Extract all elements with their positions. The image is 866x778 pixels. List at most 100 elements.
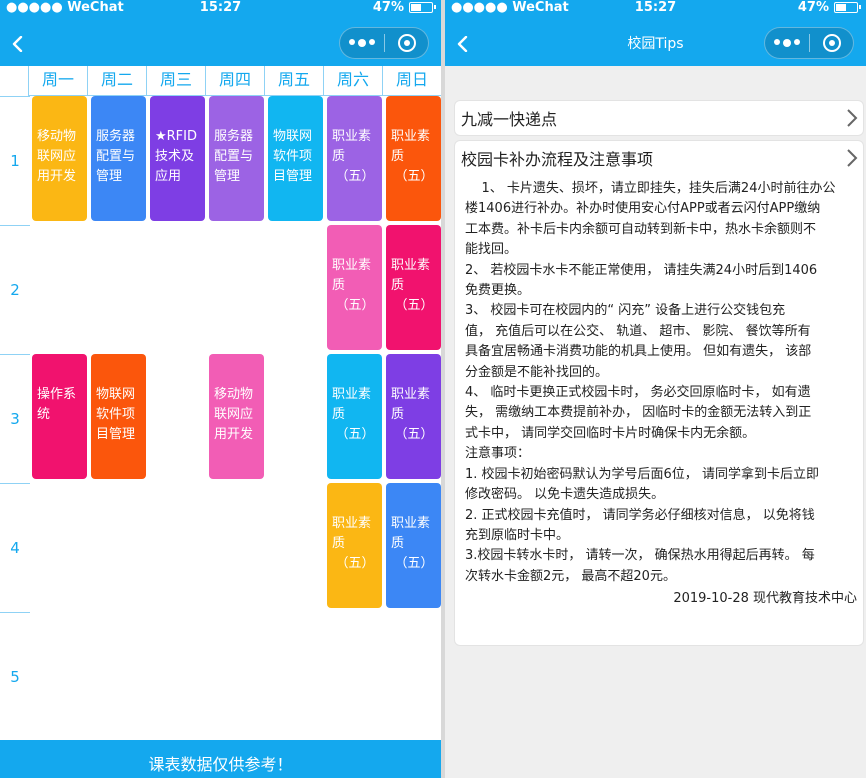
course-name-line: 目管理 <box>273 169 313 184</box>
tip-body-line: 工本费。补卡后卡内余额可自动转到新卡中，热水卡余额则不 <box>465 221 817 237</box>
tip-body-line: 3.校园卡转水卡时， 请转一次， 确保热水用得起后再转。 每 <box>465 548 815 564</box>
course-name-line: 联网应 <box>214 407 254 422</box>
course-name-line: 移动物 <box>214 387 254 402</box>
battery-percent: 47% <box>797 0 829 15</box>
tip-body-line: 2、 若校园卡水卡不能正常使用， 请挂失满24小时后到1406 <box>465 262 818 278</box>
tip-body-line: 1、 卡片遗失、损坏，请立即挂失，挂失后满24小时前往办公 <box>465 181 836 196</box>
more-menu-icon[interactable] <box>765 39 809 47</box>
course-card[interactable]: 职业素质 （五） <box>386 483 441 608</box>
course-card[interactable]: 移动物 联网应 用开发 <box>209 354 264 479</box>
tip-card-express[interactable]: 九减一快递点 <box>454 100 864 136</box>
course-name-line: 质 <box>391 278 405 293</box>
course-card[interactable]: 职业素质 （五） <box>327 354 382 479</box>
course-name-line: 质 <box>332 407 346 422</box>
course-name-line: （五） <box>335 556 375 571</box>
course-name-line: 职业素 <box>391 258 431 273</box>
course-name-line: 职业素 <box>391 516 431 531</box>
course-name-line: 质 <box>332 536 346 551</box>
chevron-right-icon <box>847 149 858 167</box>
weekday-label: 周六 <box>323 66 382 96</box>
tip-body-line: 值， 充值后可以在公交、 轨道、 超市、 影院、 餐饮等所有 <box>465 323 811 339</box>
course-card[interactable]: 职业素质 （五） <box>327 483 382 608</box>
tip-body-line: 注意事项： <box>465 446 531 462</box>
weekday-header: 周一 周二 周三 周四 周五 周六 周日 <box>0 66 441 96</box>
timetable-screen: ●●●●● WeChat 15:27 47% 周一 周二 周三 周四 周五 周六 周日 12… <box>0 0 441 778</box>
course-card[interactable]: 操作系统 <box>32 354 87 479</box>
course-card[interactable]: 移动物 联网应 用开发 <box>32 96 87 221</box>
course-grid: 移动物 联网应 用开发 服务器 配置与 管理 ★RFID 技术及 应用 服务器 配置与 管理 物联网 软件… <box>30 96 441 740</box>
course-card[interactable]: 服务器 配置与 管理 <box>209 96 264 221</box>
weekday-label: 周日 <box>382 66 441 96</box>
mini-program-capsule <box>339 27 429 59</box>
battery-percent: 47% <box>372 0 404 15</box>
course-card[interactable]: 职业素质 （五） <box>386 225 441 350</box>
course-name-line: （五） <box>394 556 434 571</box>
course-name-line: 技术及 <box>155 149 195 164</box>
course-card[interactable]: 服务器 配置与 管理 <box>91 96 146 221</box>
course-name-line: 移动物 <box>37 129 77 144</box>
back-arrow-icon[interactable] <box>10 36 26 52</box>
course-name-line: 职业素 <box>332 387 372 402</box>
tip-body-line: 1. 校园卡初始密码默认为学号后面6位， 请同学拿到卡后立即 <box>465 466 819 482</box>
course-name-line: 质 <box>391 536 405 551</box>
course-name-line: 服务器 <box>214 129 254 144</box>
tip-body-line: 2. 正式校园卡充值时， 请同学务必仔细核对信息， 以免将钱 <box>465 507 815 523</box>
battery-indicator: 47% <box>372 0 436 15</box>
tip-body-line: 失， 需缴纳工本费提前补办， 因临时卡的金额无法转入到正 <box>465 405 812 421</box>
course-name-line: 职业素 <box>391 129 431 144</box>
course-name-line: 软件项 <box>273 149 313 164</box>
tip-body-line: 能找回。 <box>465 242 518 258</box>
course-card[interactable]: 职业素质 （五） <box>327 96 382 221</box>
tip-body-line: 3、 校园卡可在校园内的“ 闪充” 设备上进行公交钱包充 <box>465 303 786 319</box>
tip-body-line: 式卡中， 请同学交回临时卡片时确保卡内无余额。 <box>465 425 756 441</box>
course-name-line: 职业素 <box>332 258 372 273</box>
course-name-line: 联网应 <box>37 149 77 164</box>
chevron-right-icon <box>847 109 858 127</box>
tip-body-line: 楼1406进行补办。补办时使用安心付APP或者云闪付APP缴纳 <box>465 201 821 217</box>
course-card[interactable]: 物联网 软件项 目管理 <box>268 96 323 221</box>
course-name-line: （五） <box>335 169 375 184</box>
course-name-line: 职业素 <box>332 516 372 531</box>
tip-card-body: 1、 卡片遗失、损坏，请立即挂失，挂失后满24小时前往办公 楼1406进行补办。补… <box>455 179 863 587</box>
period-number: 3 <box>0 354 30 483</box>
course-card[interactable]: 职业素质 （五） <box>386 354 441 479</box>
mini-program-capsule <box>764 27 854 59</box>
close-mini-program-icon[interactable] <box>810 34 853 52</box>
status-bar: ●●●●● WeChat 15:27 47% <box>445 0 866 16</box>
course-name-line: （五） <box>394 427 434 442</box>
course-name-line: （五） <box>394 169 434 184</box>
course-name-line: 配置与 <box>96 149 136 164</box>
course-name-line: 质 <box>332 149 346 164</box>
course-card[interactable]: 物联网 软件项 目管理 <box>91 354 146 479</box>
tip-body-line: 充到原临时卡中。 <box>465 527 570 543</box>
battery-icon <box>834 2 861 13</box>
weekday-label: 周一 <box>28 66 87 96</box>
close-mini-program-icon[interactable] <box>385 34 428 52</box>
more-menu-icon[interactable] <box>340 39 384 47</box>
weekday-label: 周五 <box>264 66 323 96</box>
course-name-line: ★RFID <box>155 129 198 144</box>
period-number: 2 <box>0 225 30 354</box>
tip-body-line: 具备宜居畅通卡消费功能的机具上使用。 但如有遗失， 该部 <box>465 344 812 360</box>
course-name-line: 统 <box>37 407 51 422</box>
course-name-line: 管理 <box>214 169 241 184</box>
course-card[interactable]: 职业素质 （五） <box>386 96 441 221</box>
tip-card-title: 九减一快递点 <box>461 110 558 129</box>
course-card[interactable]: ★RFID 技术及应用 <box>150 96 205 221</box>
course-card[interactable]: 职业素质 （五） <box>327 225 382 350</box>
battery-indicator: 47% <box>797 0 861 15</box>
course-name-line: 职业素 <box>391 387 431 402</box>
tip-card-title: 校园卡补办流程及注意事项 <box>461 150 654 169</box>
course-name-line: 应用 <box>155 169 182 184</box>
course-name-line: （五） <box>335 298 375 313</box>
tip-body-line: 分金额是不能补找回的。 <box>465 364 609 380</box>
tip-body-line: 免费更换。 <box>465 283 531 299</box>
tip-body-line: 次转水卡金额2元， 最高不超20元。 <box>465 568 676 584</box>
weekday-label: 周三 <box>146 66 205 96</box>
weekday-label: 周二 <box>87 66 146 96</box>
tip-card-campus-card[interactable]: 校园卡补办流程及注意事项 1、 卡片遗失、损坏，请立即挂失，挂失后满24小时前往… <box>454 140 864 646</box>
tip-signature: 2019-10-28 现代教育技术中心 <box>673 591 857 607</box>
period-column: 12345 <box>0 96 30 740</box>
footer-notice: 课表数据仅供参考！ <box>0 740 441 778</box>
course-name-line: （五） <box>335 427 375 442</box>
